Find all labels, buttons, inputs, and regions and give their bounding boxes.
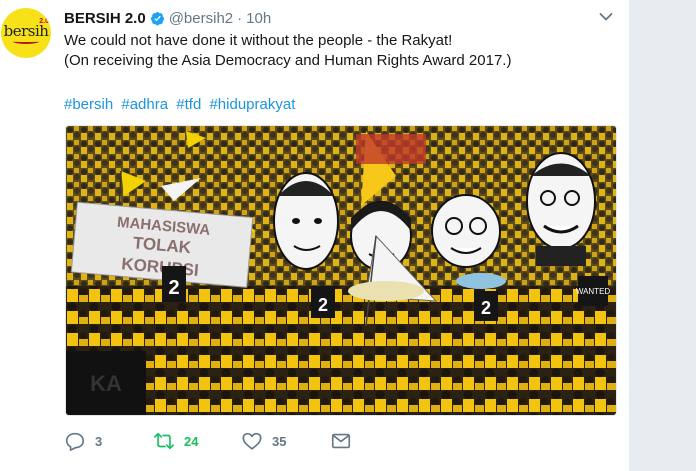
reply-count: 3	[95, 433, 103, 449]
retweet-button[interactable]: 24	[153, 428, 241, 454]
avatar[interactable]: bersih 2.0	[1, 8, 51, 58]
placard-number: 2	[481, 298, 491, 318]
tweet-card: bersih 2.0 BERSIH 2.0 @bersih2 · 10h We …	[0, 0, 629, 471]
page-background-strip	[629, 0, 696, 471]
reply-icon	[65, 432, 85, 451]
caret-down-icon[interactable]	[598, 9, 614, 25]
caricature-cutout	[526, 152, 596, 266]
tweet-actions: 3 24 35	[64, 428, 352, 454]
caricature-cutout	[273, 172, 339, 270]
protest-crowd-image: MAHASISWA TOLAK KORUPSI 2 2 2 WANTED KA	[66, 126, 616, 415]
placard-number: 2	[168, 277, 179, 299]
display-name[interactable]: BERSIH 2.0	[64, 10, 146, 27]
reply-button[interactable]: 3	[64, 428, 153, 454]
caricature-cutout	[431, 194, 501, 268]
svg-text:KA: KA	[90, 371, 122, 396]
message-button[interactable]	[330, 428, 352, 454]
tweet-text-line: We could not have done it without the pe…	[64, 32, 453, 49]
avatar-swoosh	[13, 39, 39, 44]
timestamp[interactable]: 10h	[246, 10, 271, 27]
hashtag-link[interactable]: #tfd	[176, 96, 201, 113]
hashtag-link[interactable]: #bersih	[64, 96, 113, 113]
like-icon	[242, 432, 262, 450]
tweet-text: We could not have done it without the pe…	[64, 31, 619, 71]
placard-number: 2	[318, 295, 328, 315]
placard-label: WANTED	[576, 287, 611, 296]
tweet-header: BERSIH 2.0 @bersih2 · 10h	[64, 8, 271, 28]
hashtag-link[interactable]: #adhra	[121, 96, 168, 113]
user-handle[interactable]: @bersih2	[169, 10, 233, 27]
like-count: 35	[272, 433, 287, 449]
retweet-count: 24	[184, 433, 199, 449]
tweet-photo[interactable]: MAHASISWA TOLAK KORUPSI 2 2 2 WANTED KA	[65, 125, 617, 416]
message-icon	[331, 433, 351, 449]
avatar-logo-sub: 2.0	[39, 18, 49, 25]
verified-badge-icon	[150, 11, 164, 25]
retweet-icon	[154, 432, 174, 450]
tweet-text-line: (On receiving the Asia Democracy and Hum…	[64, 52, 512, 69]
like-button[interactable]: 35	[241, 428, 330, 454]
separator-dot: ·	[237, 9, 243, 27]
hashtag-link[interactable]: #hiduprakyat	[209, 96, 295, 113]
hashtag-list: #bersih #adhra #tfd #hiduprakyat	[64, 95, 299, 115]
